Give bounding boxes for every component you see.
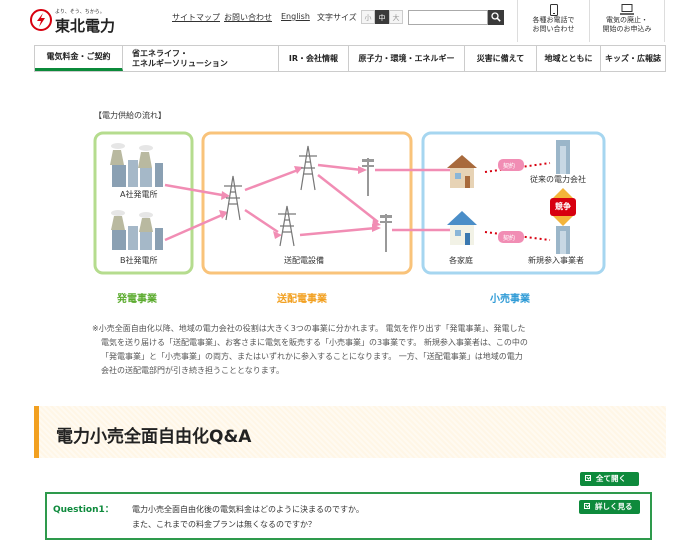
service-application-box[interactable]: 電気の廃止・ 開始のお申込み — [589, 0, 665, 42]
show-more-label: 詳しく見る — [595, 502, 633, 511]
pole-icons — [362, 158, 392, 252]
question-1-line-1: 電力小売全面自由化後の電気料金はどのように決まるのですか。 — [132, 505, 364, 514]
generation-box — [93, 131, 194, 275]
phone-contact-box[interactable]: 各種お電話で お問い合わせ — [517, 0, 589, 42]
plant-b-label: B社発電所 — [120, 256, 158, 265]
house-bottom-icon — [447, 211, 477, 245]
note-line: 会社の送配電部門が引き続き担うこととなります。 — [101, 366, 284, 375]
show-more-button[interactable]: 詳しく見る — [579, 500, 640, 514]
house-top-icon — [447, 155, 477, 188]
tower-icons — [224, 145, 317, 247]
chevron-down-icon — [584, 503, 590, 509]
arrow-heads — [219, 166, 381, 239]
retail-box — [421, 131, 606, 275]
font-size-small[interactable]: 小 — [361, 10, 375, 24]
competition-label: 競争 — [555, 202, 571, 211]
liberalization-note: ※小売全面自由化以降、地域の電力会社の役割は大きく3つの事業に分かれます。 電気… — [92, 322, 612, 378]
new-entrant-building-icon — [556, 226, 570, 254]
note-line: 電気を送り届ける「送配電事業」、お客さまに電気を販売する「小売事業」の3事業です… — [101, 338, 528, 347]
logo-tagline: より、そう、ちから。 — [55, 9, 105, 15]
phone-contact-label: 各種お電話で お問い合わせ — [532, 16, 575, 33]
transmission-box — [201, 131, 413, 275]
service-application-label: 電気の廃止・ 開始のお申込み — [602, 16, 652, 33]
question-1-text: 電力小売全面自由化後の電気料金はどのように決まるのですか。 また、これまでの料金… — [132, 502, 364, 532]
font-size-label: 文字サイズ — [317, 13, 357, 22]
qa-title: 電力小売全面自由化Q&A — [56, 427, 252, 447]
section-generation-label: 発電事業 — [117, 294, 157, 305]
note-line: 「発電事業」と「小売事業」の両方、またはいずれかに参入することになります。 一方… — [101, 352, 523, 361]
english-link[interactable]: English — [281, 12, 310, 21]
question-1-line-2: また、これまでの料金プランは無くなるのですか？ — [132, 520, 316, 529]
contract-tag-label-1: 契約 — [503, 163, 516, 170]
font-size-medium[interactable]: 中 — [375, 10, 389, 24]
font-size-large[interactable]: 大 — [389, 10, 403, 24]
nav-item-rates[interactable]: 電気料金・ご契約 — [35, 46, 123, 71]
logo[interactable]: より、そう、ちから。 東北電力 — [30, 5, 130, 35]
question-1-label: Question1： — [53, 505, 114, 515]
open-all-button[interactable]: 全て開く — [580, 472, 639, 486]
computer-icon — [620, 4, 634, 15]
flow-arrows — [164, 163, 452, 242]
section-retail-label: 小売事業 — [490, 294, 530, 305]
open-all-label: 全て開く — [596, 474, 626, 483]
qa-heading-accent — [34, 406, 39, 458]
nav-item-community[interactable]: 地域とともに — [537, 46, 601, 71]
home-label: 各家庭 — [449, 256, 473, 265]
site-header: より、そう、ちから。 東北電力 サイトマップ お問い合わせ English 文字… — [0, 0, 700, 42]
search-input[interactable] — [408, 10, 488, 25]
contact-link[interactable]: お問い合わせ — [224, 12, 272, 23]
note-line: ※小売全面自由化以降、地域の電力会社の役割は大きく3つの事業に分かれます。 電気… — [92, 324, 526, 333]
existing-company-building-icon — [556, 140, 570, 174]
plant-a-icon — [110, 143, 163, 187]
search-button[interactable] — [488, 10, 504, 25]
plant-a-label: A社発電所 — [120, 190, 158, 199]
existing-company-label: 従来の電力会社 — [530, 175, 586, 184]
transmission-label: 送配電設備 — [284, 256, 324, 265]
diagram-caption: 【電力供給の流れ】 — [94, 111, 166, 120]
chevron-down-icon — [585, 475, 591, 481]
search-icon — [491, 12, 501, 22]
power-supply-diagram — [93, 131, 606, 275]
nav-item-energy-solution[interactable]: 省エネライフ・ エネルギーソリューション — [123, 46, 279, 71]
nav-item-kids[interactable]: キッズ・広報誌 — [601, 46, 666, 71]
global-nav: 電気料金・ご契約 省エネライフ・ エネルギーソリューション IR・会社情報 原子… — [34, 45, 666, 72]
phone-icon — [549, 4, 558, 16]
section-transmission-label: 送配電事業 — [277, 294, 327, 305]
nav-item-ir[interactable]: IR・会社情報 — [279, 46, 349, 71]
logo-mark-icon — [30, 9, 52, 31]
nav-item-nuclear[interactable]: 原子力・環境・エネルギー — [349, 46, 465, 71]
new-entrant-label: 新規参入事業者 — [528, 256, 584, 265]
nav-item-disaster[interactable]: 災害に備えて — [465, 46, 537, 71]
logo-name: 東北電力 — [55, 17, 116, 35]
sitemap-link[interactable]: サイトマップ — [172, 12, 220, 23]
plant-b-icon — [111, 210, 163, 250]
contract-tags — [498, 159, 524, 243]
contract-tag-label-2: 契約 — [503, 235, 516, 242]
